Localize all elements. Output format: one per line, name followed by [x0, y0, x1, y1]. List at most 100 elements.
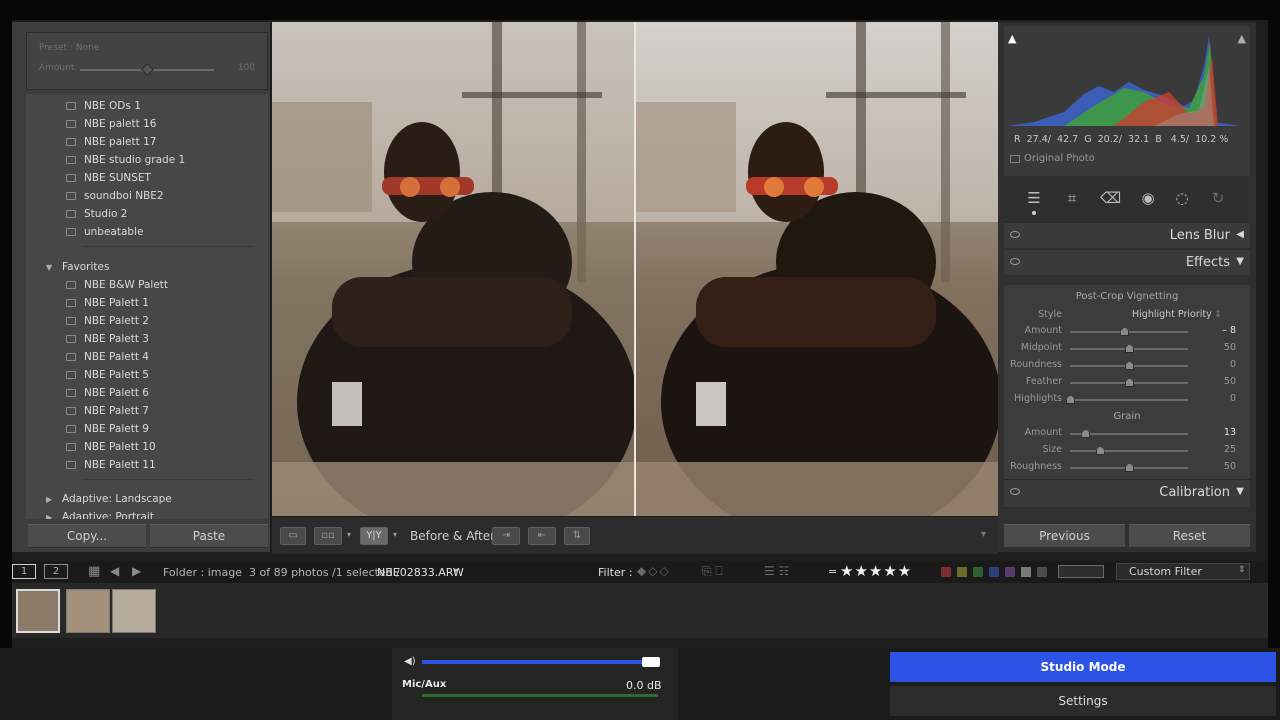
reset-button[interactable]: Reset [1129, 524, 1250, 548]
slider-thumb[interactable] [1095, 446, 1105, 455]
toolbar-menu-chevron-icon[interactable]: ▾ [981, 529, 986, 540]
adaptive-landscape-group[interactable]: ▶ Adaptive: Landscape [26, 491, 256, 509]
copy-before-to-after-button[interactable]: ⇥ [492, 527, 520, 545]
slider-thumb[interactable] [1125, 344, 1134, 353]
purple-label-filter[interactable] [1005, 567, 1015, 577]
favorite-item[interactable]: NBE Palett 9 [26, 421, 256, 439]
filename-label[interactable]: NBE02833.ARW [377, 566, 464, 579]
before-after-yy-button[interactable]: Y|Y [360, 527, 388, 545]
slider-value[interactable]: 0 [1230, 393, 1236, 404]
preset-item[interactable]: NBE palett 17 [26, 134, 256, 152]
preset-item[interactable]: NBE SUNSET [26, 170, 256, 188]
slider-row-midpoint[interactable]: Midpoint 50 [1004, 341, 1250, 355]
preset-item[interactable]: NBE palett 16 [26, 116, 256, 134]
edited-filter-icon[interactable]: ☰ ☷ [764, 564, 789, 578]
volume-slider[interactable] [422, 660, 658, 664]
favorite-item[interactable]: NBE Palett 7 [26, 403, 256, 421]
effects-header[interactable]: Effects ▼ [1004, 249, 1250, 275]
slider-track[interactable] [1070, 399, 1188, 401]
loupe-view-button[interactable]: ▭ [280, 527, 306, 545]
vignette-style-row[interactable]: Style Highlight Priority ⇕ [1004, 308, 1250, 322]
eye-icon[interactable] [1010, 258, 1020, 265]
slider-thumb[interactable] [1125, 378, 1134, 387]
filmstrip-thumb[interactable] [16, 589, 60, 633]
slider-thumb[interactable] [1066, 395, 1075, 404]
shadow-clipping-icon[interactable]: ▲ [1008, 32, 1016, 45]
flag-filter-icons[interactable]: ◆◇◇ [637, 564, 671, 578]
after-photo[interactable] [636, 22, 998, 516]
grid-view-icon[interactable]: ▦ [88, 564, 100, 579]
filmstrip-thumb[interactable] [112, 589, 156, 633]
presets-icon[interactable]: ↻ [1208, 188, 1228, 208]
slider-value[interactable]: – 8 [1222, 325, 1236, 336]
slider-value[interactable]: 0 [1230, 359, 1236, 370]
favorite-item[interactable]: NBE B&W Palett [26, 277, 256, 295]
crop-icon[interactable]: ⌗ [1062, 188, 1082, 208]
slider-thumb[interactable] [1125, 463, 1134, 472]
eraser-icon[interactable]: ⌫ [1100, 188, 1121, 208]
filter-toggle-switches[interactable] [1058, 565, 1104, 578]
calibration-header[interactable]: Calibration ▼ [1004, 479, 1250, 505]
eye-icon[interactable] [1010, 231, 1020, 238]
preset-item[interactable]: NBE ODs 1 [26, 98, 256, 116]
blue-label-filter[interactable] [989, 567, 999, 577]
preset-item[interactable]: NBE studio grade 1 [26, 152, 256, 170]
copy-button[interactable]: Copy... [28, 524, 146, 548]
favorites-group[interactable]: ▼ Favorites [26, 259, 256, 277]
virtual-copy-filter-icon[interactable]: ⎘ ⎕ [702, 564, 723, 579]
monitor-2-button[interactable]: 2 [44, 564, 68, 579]
red-eye-icon[interactable]: ◉ [1138, 188, 1158, 208]
favorite-item[interactable]: NBE Palett 5 [26, 367, 256, 385]
slider-value[interactable]: 50 [1224, 376, 1236, 387]
favorite-item[interactable]: NBE Palett 6 [26, 385, 256, 403]
paste-button[interactable]: Paste [150, 524, 268, 548]
slider-value[interactable]: 50 [1224, 342, 1236, 353]
slider-row-amount[interactable]: Amount – 8 [1004, 324, 1250, 338]
yellow-label-filter[interactable] [957, 567, 967, 577]
slider-value[interactable]: 50 [1224, 461, 1236, 472]
eye-icon[interactable] [1010, 488, 1020, 495]
previous-button[interactable]: Previous [1004, 524, 1125, 548]
slider-row-highlights[interactable]: Highlights 0 [1004, 392, 1250, 406]
slider-value[interactable]: 25 [1224, 444, 1236, 455]
red-label-filter[interactable] [941, 567, 951, 577]
dropdown-arrow-icon[interactable]: ▾ [347, 530, 351, 539]
adaptive-portrait-group[interactable]: ▶ Adaptive: Portrait [26, 509, 256, 519]
favorite-item[interactable]: NBE Palett 3 [26, 331, 256, 349]
favorite-item[interactable]: NBE Palett 4 [26, 349, 256, 367]
back-arrow-icon[interactable]: ◀ [110, 564, 119, 578]
monitor-1-button[interactable]: 1 [12, 564, 36, 579]
highlight-clipping-icon[interactable]: ▲ [1238, 32, 1246, 45]
filmstrip-thumb[interactable] [66, 589, 110, 633]
volume-slider-thumb[interactable] [642, 657, 660, 667]
slider-row-roundness[interactable]: Roundness 0 [1004, 358, 1250, 372]
preset-item[interactable]: Studio 2 [26, 206, 256, 224]
slider-track[interactable] [1070, 450, 1188, 452]
compare-view-button[interactable]: ▫▫ [314, 527, 342, 545]
preset-item[interactable]: soundboi NBE2 [26, 188, 256, 206]
green-label-filter[interactable] [973, 567, 983, 577]
slider-row-amount[interactable]: Amount 13 [1004, 426, 1250, 440]
masking-icon[interactable]: ◌ [1172, 188, 1192, 208]
speaker-icon[interactable]: ◀) [404, 656, 416, 667]
slider-thumb[interactable] [1125, 361, 1134, 370]
preset-item[interactable]: unbeatable [26, 224, 256, 242]
slider-thumb[interactable] [1081, 429, 1091, 438]
dropdown-arrow-icon[interactable]: ▾ [393, 530, 397, 539]
style-select[interactable]: Highlight Priority [1132, 309, 1212, 320]
studio-mode-button[interactable]: Studio Mode [890, 652, 1276, 682]
swap-button[interactable]: ⇅ [564, 527, 590, 545]
no-label-filter[interactable] [1037, 567, 1047, 577]
custom-filter-select[interactable]: Custom Filter [1116, 563, 1250, 580]
favorite-item[interactable]: NBE Palett 10 [26, 439, 256, 457]
slider-thumb[interactable] [1120, 327, 1130, 336]
favorite-item[interactable]: NBE Palett 1 [26, 295, 256, 313]
slider-value[interactable]: 13 [1224, 427, 1236, 438]
copy-after-to-before-button[interactable]: ⇤ [528, 527, 556, 545]
original-photo-icon[interactable] [1010, 155, 1020, 163]
filename-dropdown-icon[interactable]: ▾ [454, 566, 458, 575]
custom-label-filter[interactable] [1021, 567, 1031, 577]
edit-sliders-icon[interactable]: ☰ [1024, 188, 1044, 208]
original-photo-label[interactable]: Original Photo [1024, 153, 1095, 164]
slider-row-roughness[interactable]: Roughness 50 [1004, 460, 1250, 474]
